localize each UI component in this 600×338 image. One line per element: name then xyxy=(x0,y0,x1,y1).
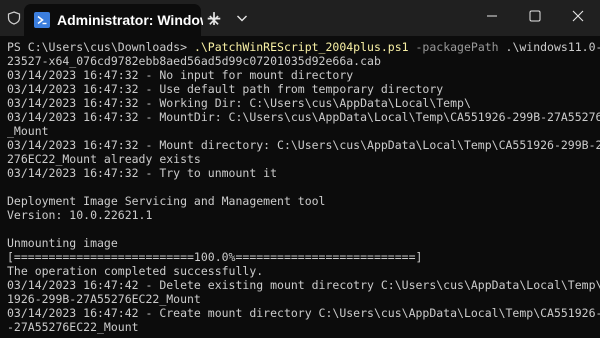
progress-bar-text: [==========================100.0%=======… xyxy=(7,250,423,264)
prompt: PS C:\Users\cus\Downloads> xyxy=(7,40,194,54)
output-line: 03/14/2023 16:47:42 - Delete existing mo… xyxy=(7,278,600,292)
output-line: 23527-x64_076cd9782ebb8aed56ad5d99c07201… xyxy=(7,54,381,68)
tab-title: Administrator: Windows PowerShell xyxy=(57,12,203,28)
output-line: 1926-299B-27A55276EC22_Mount xyxy=(7,292,201,306)
minimize-button[interactable] xyxy=(470,0,514,32)
title-bar[interactable]: Administrator: Windows PowerShell ✕ + xyxy=(0,0,600,36)
close-window-button[interactable] xyxy=(556,0,600,32)
output-line: 03/14/2023 16:47:32 - Mount directory: C… xyxy=(7,138,600,152)
output-line: 03/14/2023 16:47:32 - Try to unmount it xyxy=(7,166,278,180)
output-line: The operation completed successfully. xyxy=(7,264,264,278)
output-line: 03/14/2023 16:47:32 - MountDir: C:\Users… xyxy=(7,110,600,124)
output-line: Deployment Image Servicing and Managemen… xyxy=(7,194,326,208)
maximize-icon xyxy=(529,10,541,22)
tab-administrator-powershell[interactable]: Administrator: Windows PowerShell ✕ xyxy=(24,4,221,36)
maximize-button[interactable] xyxy=(513,0,557,32)
output-line: 03/14/2023 16:47:42 - Create mount direc… xyxy=(7,306,600,320)
output-line: Unmounting image xyxy=(7,236,118,250)
output-line: Version: 10.0.22621.1 xyxy=(7,208,153,222)
parameter-name: -packagePath xyxy=(408,40,499,54)
output-line: 03/14/2023 16:47:32 - No input for mount… xyxy=(7,68,354,82)
command-line: PS C:\Users\cus\Downloads> .\PatchWinRES… xyxy=(7,40,600,54)
output-line: 276EC22_Mount already exists xyxy=(7,152,201,166)
script-name: .\PatchWinREScript_2004plus.ps1 xyxy=(193,40,409,54)
parameter-value: .\windows11.0-kb50 xyxy=(505,40,600,54)
terminal-window: Administrator: Windows PowerShell ✕ + PS… xyxy=(0,0,600,338)
output-line: _Mount xyxy=(7,124,49,138)
output-line: 03/14/2023 16:47:32 - Working Dir: C:\Us… xyxy=(7,96,471,110)
new-tab-button[interactable]: + xyxy=(203,8,225,30)
powershell-icon xyxy=(34,12,50,28)
terminal-output[interactable]: PS C:\Users\cus\Downloads> .\PatchWinRES… xyxy=(0,36,600,338)
shield-icon xyxy=(7,11,21,25)
output-line: 03/14/2023 16:47:32 - Use default path f… xyxy=(7,82,444,96)
output-line: -27A55276EC22_Mount xyxy=(7,320,139,334)
minimize-icon xyxy=(487,15,497,17)
close-icon xyxy=(572,10,584,22)
chevron-down-icon[interactable] xyxy=(233,9,251,27)
